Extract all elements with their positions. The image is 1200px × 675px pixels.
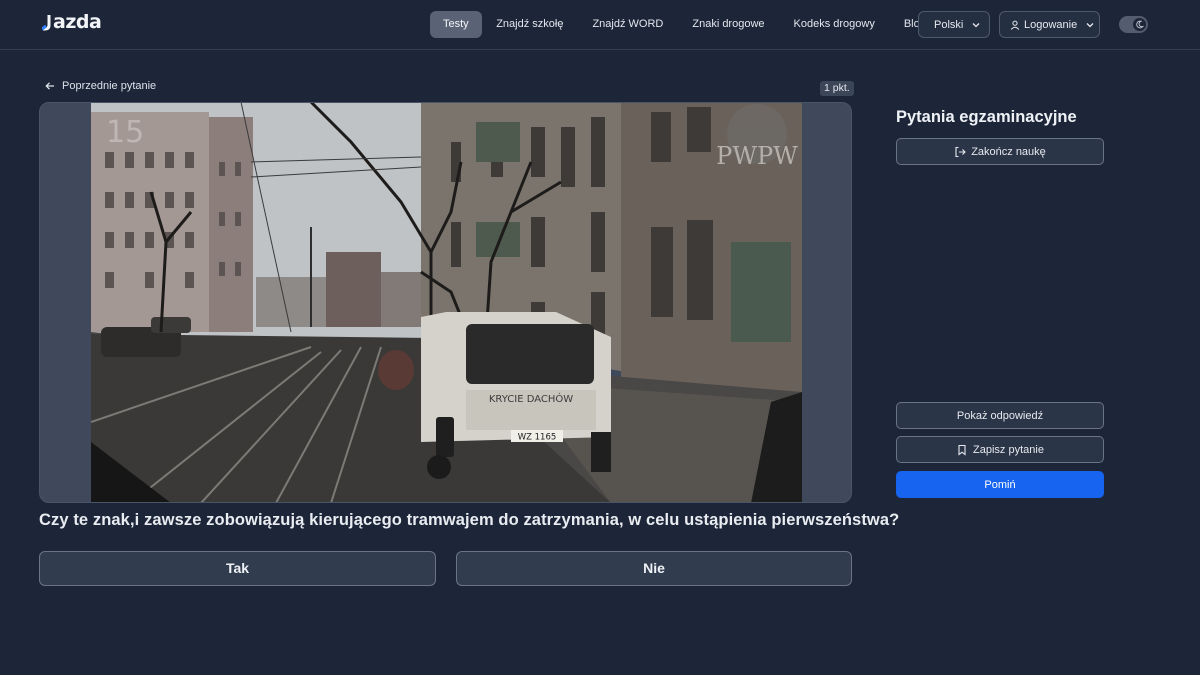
logo-text: azda <box>53 11 102 33</box>
chevron-down-icon <box>1086 22 1094 27</box>
log-out-icon <box>955 146 966 157</box>
watermark-text: PWPW <box>716 142 798 170</box>
previous-question-link[interactable]: Poprzednie pytanie <box>44 80 156 92</box>
nav-item-find-word[interactable]: Znajdź WORD <box>578 11 678 38</box>
logo[interactable]: azda <box>42 11 102 33</box>
question-image: KRYCIE DACHÓW WZ 1165 PWPW 15 <box>91 103 802 502</box>
question-text: Czy te znak,i zawsze zobowiązują kierują… <box>39 511 900 529</box>
van-lettering: KRYCIE DACHÓW <box>489 392 573 405</box>
main-nav: Testy Znajdź szkołę Znajdź WORD Znaki dr… <box>430 11 940 38</box>
license-plate: WZ 1165 <box>518 433 557 443</box>
question-media: KRYCIE DACHÓW WZ 1165 PWPW 15 <box>39 102 852 503</box>
end-study-label: Zakończ naukę <box>971 145 1046 158</box>
theme-toggle[interactable] <box>1119 16 1148 33</box>
top-navigation-bar: azda Testy Znajdź szkołę Znajdź WORD Zna… <box>0 0 1200 50</box>
show-answer-label: Pokaż odpowiedź <box>956 409 1044 422</box>
skip-button[interactable]: Pomiń <box>896 471 1104 498</box>
language-select-button[interactable]: Polski <box>918 11 990 38</box>
save-question-button[interactable]: Zapisz pytanie <box>896 436 1104 463</box>
end-study-button[interactable]: Zakończ naukę <box>896 138 1104 165</box>
toggle-knob <box>1133 18 1146 31</box>
login-button[interactable]: Logowanie <box>999 11 1100 38</box>
login-label: Logowanie <box>1024 18 1078 31</box>
logo-j-icon <box>42 15 51 31</box>
points-badge: 1 pkt. <box>820 81 854 96</box>
arrow-left-icon <box>45 82 54 90</box>
bookmark-icon <box>958 444 966 456</box>
chevron-down-icon <box>972 22 980 27</box>
moon-icon <box>1136 20 1145 29</box>
corner-watermark-mark: 15 <box>106 115 144 150</box>
show-answer-button[interactable]: Pokaż odpowiedź <box>896 402 1104 429</box>
skip-label: Pomiń <box>984 478 1016 491</box>
nav-item-road-signs[interactable]: Znaki drogowe <box>678 11 779 38</box>
nav-item-find-school[interactable]: Znajdź szkołę <box>482 11 578 38</box>
language-label: Polski <box>934 18 964 31</box>
nav-item-road-code[interactable]: Kodeks drogowy <box>779 11 889 38</box>
user-icon <box>1010 20 1020 30</box>
sidebar-title: Pytania egzaminacyjne <box>896 108 1077 126</box>
nav-item-tests[interactable]: Testy <box>430 11 482 38</box>
previous-question-label: Poprzednie pytanie <box>62 80 157 92</box>
save-question-label: Zapisz pytanie <box>973 443 1044 456</box>
answer-yes-button[interactable]: Tak <box>39 551 436 586</box>
answer-no-button[interactable]: Nie <box>456 551 852 586</box>
